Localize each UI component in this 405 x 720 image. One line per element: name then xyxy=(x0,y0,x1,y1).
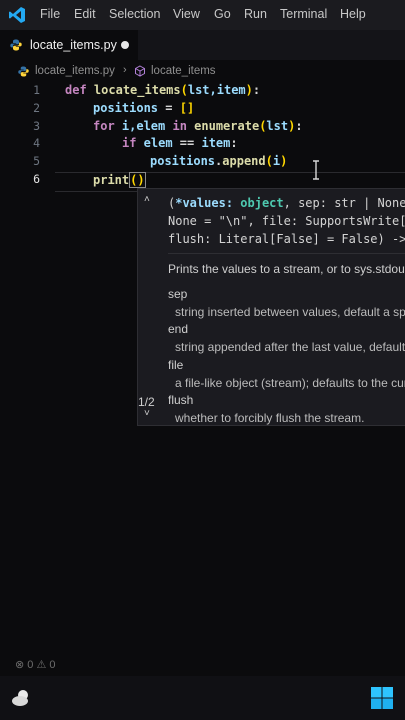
menu-file[interactable]: File xyxy=(40,7,60,21)
sig-colon: : xyxy=(225,196,241,210)
previous-overload-chevron-up-icon[interactable]: ˄ xyxy=(144,194,150,205)
menu-view[interactable]: View xyxy=(173,7,200,21)
breadcrumb-symbol[interactable]: locate_items xyxy=(151,65,216,77)
signature-text: (*values: object, sep: str | None None =… xyxy=(168,194,405,248)
token-colon: : xyxy=(252,83,261,97)
token-keyword: def xyxy=(65,83,87,97)
token-function: print xyxy=(93,173,130,187)
taskbar xyxy=(0,676,405,720)
menu-bar: File Edit Selection View Go Run Terminal… xyxy=(0,0,405,30)
code-line-5: positions.append(i) xyxy=(150,154,287,168)
status-bar: ⊗ 0 ⚠ 0 xyxy=(0,656,405,674)
token-bracket: ) xyxy=(137,173,145,187)
chevron-right-icon: › xyxy=(123,64,127,76)
line-number: 5 xyxy=(33,154,40,168)
token-variable: positions xyxy=(150,154,216,168)
token-function: append xyxy=(222,154,266,168)
code-line-1: def locate_items(lst,item): xyxy=(65,83,260,97)
breadcrumb-file[interactable]: locate_items.py xyxy=(35,65,115,77)
signature-help-popup[interactable]: (*values: object, sep: str | None None =… xyxy=(137,188,405,426)
token-keyword: if xyxy=(122,136,137,150)
token-keyword: in xyxy=(172,119,187,133)
weather-cloud-icon[interactable] xyxy=(10,687,32,709)
token-params: lst,item xyxy=(187,83,246,97)
menu-run[interactable]: Run xyxy=(244,7,267,21)
menu-go[interactable]: Go xyxy=(214,7,231,21)
text-cursor-ibeam-icon xyxy=(313,160,319,180)
token-variable: positions xyxy=(93,101,159,115)
python-file-icon xyxy=(18,66,29,77)
token-bracket: ) xyxy=(245,83,253,97)
error-icon: ⊗ xyxy=(15,659,25,671)
line-number: 3 xyxy=(33,119,40,133)
param-desc: string inserted between values, default … xyxy=(175,305,405,319)
editor-tab-locate-items[interactable]: locate_items.py xyxy=(0,30,138,60)
param-name: file xyxy=(168,358,184,372)
token-operator: = xyxy=(158,101,180,115)
token-variable: lst xyxy=(266,119,289,133)
menu-terminal[interactable]: Terminal xyxy=(280,7,327,21)
menu-selection[interactable]: Selection xyxy=(109,7,160,21)
matched-brackets: () xyxy=(129,172,146,188)
token-colon: : xyxy=(230,136,238,150)
line-number: 1 xyxy=(33,83,40,97)
param-desc: string appended after the last value, de… xyxy=(175,340,405,354)
line-number: 4 xyxy=(33,136,40,150)
sig-active-param: *values xyxy=(175,196,226,210)
warning-count: 0 xyxy=(49,659,56,671)
sig-active-type: object xyxy=(240,196,284,210)
line-number: 2 xyxy=(33,101,40,115)
overload-counter: 1/2 xyxy=(138,395,155,409)
error-count: 0 xyxy=(27,659,34,671)
tab-label: locate_items.py xyxy=(30,38,117,52)
breadcrumb: locate_items.py › locate_items xyxy=(0,62,405,80)
token-keyword: for xyxy=(93,119,115,133)
warning-icon: ⚠ xyxy=(36,659,47,671)
token-bracket: ( xyxy=(265,154,273,168)
vscode-logo-icon[interactable] xyxy=(8,6,26,24)
menu-help[interactable]: Help xyxy=(340,7,366,21)
token-bracket: ) xyxy=(280,154,288,168)
divider xyxy=(168,253,405,254)
token-bracket: ( xyxy=(180,83,188,97)
param-name: end xyxy=(168,322,189,336)
next-overload-chevron-down-icon[interactable]: ˅ xyxy=(144,408,150,419)
param-name: sep xyxy=(168,287,188,301)
python-file-icon xyxy=(10,39,22,51)
unsaved-changes-dot-icon[interactable] xyxy=(121,41,129,49)
line-number-active: 6 xyxy=(33,172,40,186)
token-function: enumerate xyxy=(186,119,260,133)
code-line-6: print() xyxy=(93,172,146,188)
sig-line-2: None = "\n", file: SupportsWrite[ xyxy=(168,214,405,228)
param-name: flush xyxy=(168,393,194,407)
sig-line-3: flush: Literal[False] = False) -> xyxy=(168,232,405,246)
token-variable: i,elem xyxy=(114,119,173,133)
sig-rest-line1: , sep: str | None xyxy=(283,196,405,210)
token-colon: : xyxy=(295,119,303,133)
token-variable: elem xyxy=(136,136,173,150)
code-line-3: for i,elem in enumerate(lst): xyxy=(93,119,303,133)
token-function: locate_items xyxy=(93,83,181,97)
token-operator: == xyxy=(172,136,202,150)
param-desc: a file-like object (stream); defaults to… xyxy=(175,376,405,390)
token-variable: i xyxy=(272,154,281,168)
menu-edit[interactable]: Edit xyxy=(74,7,96,21)
windows-start-icon[interactable] xyxy=(370,686,394,710)
problems-indicator[interactable]: ⊗ 0 ⚠ 0 xyxy=(15,658,56,671)
code-line-2: positions = [] xyxy=(93,101,194,115)
token-variable: item xyxy=(201,136,231,150)
token-bracket: [] xyxy=(179,101,195,115)
signature-summary: Prints the values to a stream, or to sys… xyxy=(168,262,405,276)
symbol-method-icon xyxy=(135,65,145,77)
param-desc: whether to forcibly flush the stream. xyxy=(175,411,365,425)
tab-bar: locate_items.py xyxy=(0,30,405,60)
code-line-4: if elem == item: xyxy=(122,136,238,150)
